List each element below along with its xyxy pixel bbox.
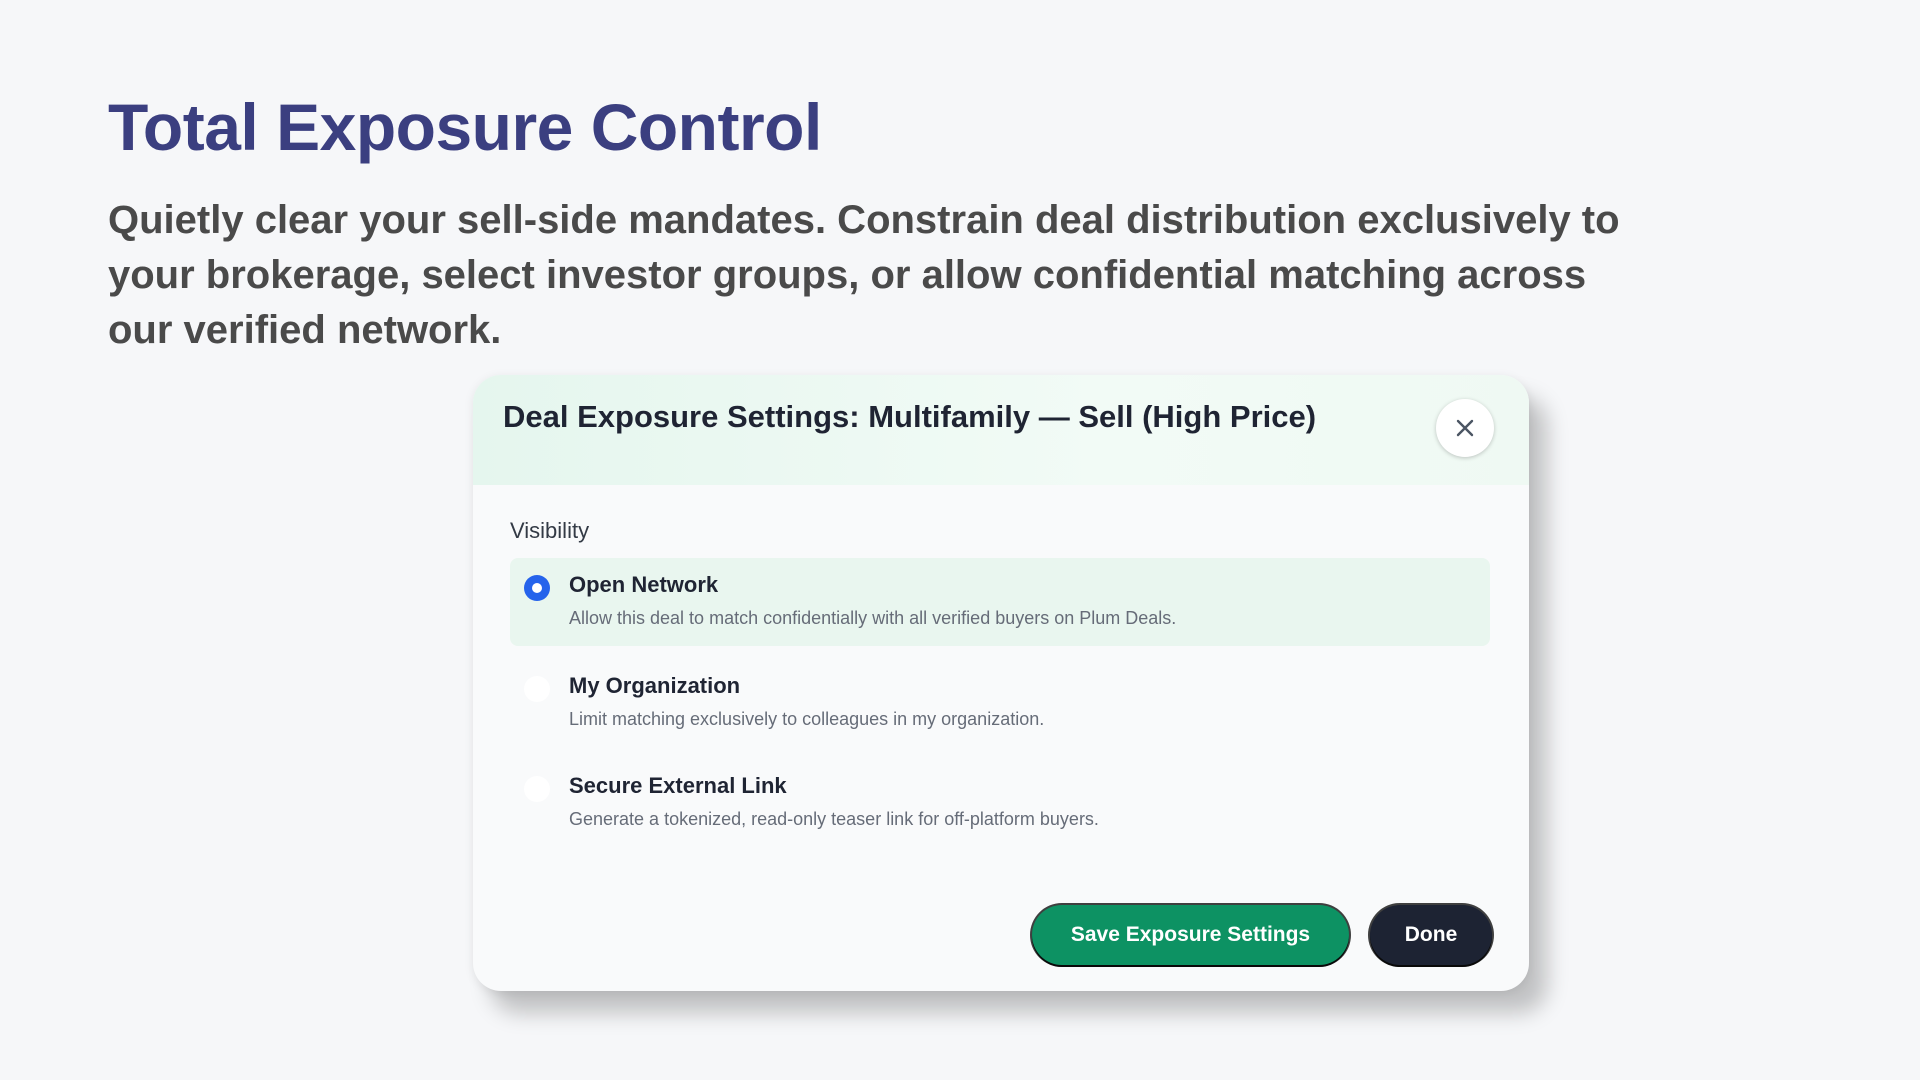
option-secure-external-link[interactable]: Secure External Link Generate a tokenize… [510,759,1490,847]
dialog-header: Deal Exposure Settings: Multifamily — Se… [473,375,1529,485]
save-exposure-settings-button[interactable]: Save Exposure Settings [1032,905,1349,965]
close-icon [1456,419,1474,437]
page-subtitle: Quietly clear your sell-side mandates. C… [108,198,1620,352]
dialog-title: Deal Exposure Settings: Multifamily — Se… [503,399,1317,434]
radio-button[interactable] [524,676,550,702]
page-title: Total Exposure Control [108,90,822,164]
option-label: My Organization [569,673,741,698]
option-label: Secure External Link [569,773,787,798]
radio-button-selected[interactable] [524,575,550,601]
option-description: Generate a tokenized, read-only teaser l… [569,809,1099,829]
option-description: Allow this deal to match confidentially … [569,608,1177,628]
visibility-label: Visibility [510,518,590,543]
radio-button[interactable] [524,776,550,802]
option-label: Open Network [569,572,719,597]
option-description: Limit matching exclusively to colleagues… [569,709,1045,729]
option-my-organization[interactable]: My Organization Limit matching exclusive… [510,659,1490,747]
done-button[interactable]: Done [1370,905,1492,965]
option-open-network[interactable]: Open Network Allow this deal to match co… [510,558,1490,646]
deal-exposure-dialog: Deal Exposure Settings: Multifamily — Se… [473,375,1529,991]
close-button[interactable] [1436,399,1494,457]
